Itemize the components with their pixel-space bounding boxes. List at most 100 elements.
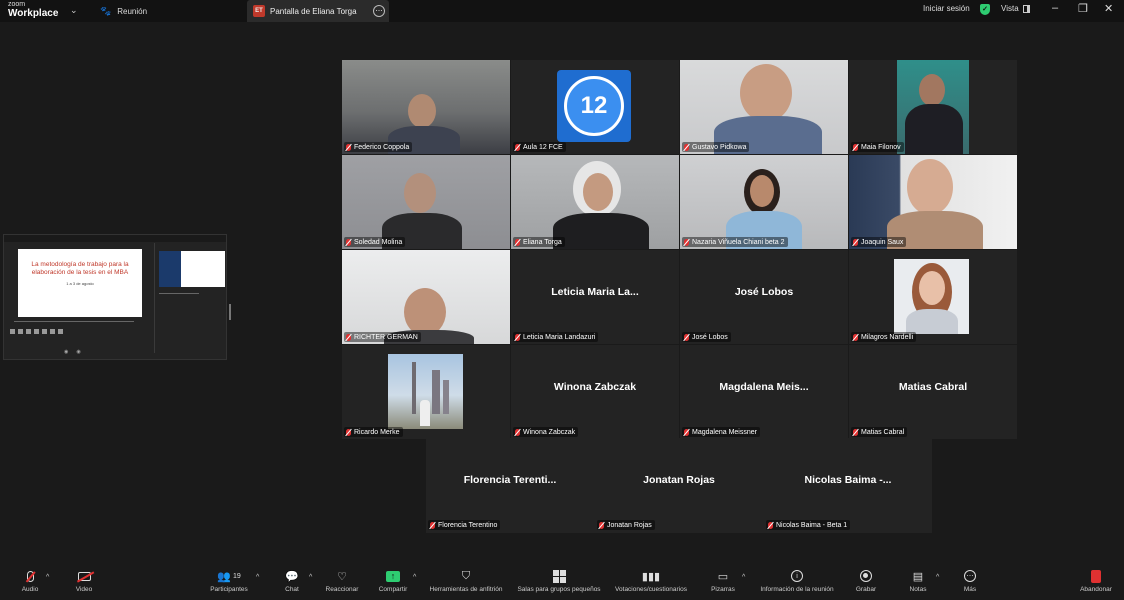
participant-name-label: Matias Cabral xyxy=(851,427,908,437)
participant-tile[interactable]: Jonatan Rojas Jonatan Rojas xyxy=(595,438,763,532)
mic-muted-icon xyxy=(853,238,858,246)
chevron-down-icon[interactable]: ⌄ xyxy=(70,5,78,16)
tower-shape xyxy=(432,370,440,414)
tower-shape xyxy=(412,362,416,414)
participant-name-label: Ricardo Merke xyxy=(344,427,403,437)
minimize-icon[interactable]: – xyxy=(1052,2,1058,14)
share-options-chevron-icon[interactable]: ^ xyxy=(413,574,416,581)
participant-tile[interactable]: Matias Cabral Matias Cabral xyxy=(849,345,1017,439)
participant-tile[interactable]: Magdalena Meis... Magdalena Meissner xyxy=(680,345,848,439)
participant-tile[interactable]: RICHTER GERMAN xyxy=(342,250,510,344)
participant-name-label: Florencia Terentino xyxy=(428,520,501,530)
person-head xyxy=(404,288,446,336)
thumb-sidebar xyxy=(159,251,181,287)
mic-muted-icon xyxy=(346,333,351,341)
person-head xyxy=(583,173,613,211)
more-button[interactable]: ⋯ Más xyxy=(925,569,1015,593)
participant-name-label: Nazaria Viñuela Chiani beta 2 xyxy=(682,237,788,247)
person-head xyxy=(919,74,945,106)
mic-muted-icon xyxy=(346,143,351,151)
avatar-number: 12 xyxy=(564,76,624,136)
participant-display-name: Nicolas Baima -... xyxy=(804,474,892,486)
breakout-rooms-button[interactable]: Salas para grupos pequeños xyxy=(514,569,604,593)
participant-tile[interactable]: Florencia Terenti... Florencia Terentino xyxy=(426,438,594,532)
participant-tile[interactable]: Nicolas Baima -... Nicolas Baima - Beta … xyxy=(764,438,932,532)
zoom-logo[interactable]: zoom Workplace xyxy=(8,1,58,19)
notes-icon: ▤ xyxy=(912,570,924,583)
camera-off-icon xyxy=(77,571,91,581)
participant-name-label: Leticia Maria Landazuri xyxy=(513,332,599,342)
participant-tile-active-speaker[interactable]: Eliana Torga xyxy=(511,155,679,249)
participant-name-label: Aula 12 FCE xyxy=(513,142,566,152)
participant-tile[interactable]: Gustavo Pidkowa xyxy=(680,60,848,154)
participant-tile[interactable]: Maia Filonov xyxy=(849,60,1017,154)
mic-muted-icon xyxy=(853,333,858,341)
notes-line xyxy=(159,293,199,294)
grid-icon xyxy=(552,569,566,583)
person-body xyxy=(420,400,430,426)
leave-button[interactable]: Abandonar xyxy=(1051,569,1124,593)
participant-tile[interactable]: 12 Aula 12 FCE xyxy=(511,60,679,154)
notes-line xyxy=(14,321,134,322)
people-icon: 👥 xyxy=(217,570,231,583)
person-head xyxy=(919,271,945,305)
view-button[interactable]: Vista xyxy=(1001,4,1030,13)
slide-subtitle: 1 a 3 de agosto xyxy=(66,281,94,287)
profile-photo xyxy=(388,354,463,429)
video-button[interactable]: Video xyxy=(39,569,129,593)
gallery-bottom-row: Florencia Terenti... Florencia Terentino… xyxy=(426,438,932,533)
mic-muted-icon xyxy=(768,521,773,529)
more-icon: ⋯ xyxy=(964,570,976,582)
tab-screen-share[interactable]: ET Pantalla de Eliana Torga ⋯ xyxy=(247,0,389,22)
tab-meeting-label: Reunión xyxy=(117,6,148,16)
whiteboards-options-chevron-icon[interactable]: ^ xyxy=(742,574,745,581)
meeting-toolbar: Audio ^ Video 👥 19 Participantes ^ 💬 Chat… xyxy=(0,565,1124,600)
mic-muted-icon xyxy=(346,428,351,436)
more-options-icon[interactable]: ⋯ xyxy=(373,5,385,17)
participant-tile[interactable]: Nazaria Viñuela Chiani beta 2 xyxy=(680,155,848,249)
participant-name-label: Joaquin Saux xyxy=(851,237,907,247)
tab-share-label: Pantalla de Eliana Torga xyxy=(270,6,357,16)
info-icon: i xyxy=(791,570,803,582)
brand-top: zoom xyxy=(8,1,26,8)
tab-meeting[interactable]: 🐾 Reunión xyxy=(96,0,246,22)
security-shield-icon[interactable]: ✓ xyxy=(980,4,990,15)
mic-muted-icon xyxy=(684,428,689,436)
participant-tile[interactable]: Soledad Molina xyxy=(342,155,510,249)
participant-tile[interactable]: Leticia Maria La... Leticia Maria Landaz… xyxy=(511,250,679,344)
bar-chart-icon: ▮▮▮ xyxy=(641,570,661,583)
slide-nav: ◉ ◉ xyxy=(64,349,81,355)
title-bar: zoom Workplace ⌄ 🐾 Reunión ET Pantalla d… xyxy=(0,0,1124,22)
close-icon[interactable]: ✕ xyxy=(1104,2,1113,15)
participant-tile[interactable]: Winona Zabczak Winona Zabczak xyxy=(511,345,679,439)
participant-name-label: Maia Filonov xyxy=(851,142,904,152)
heart-icon: ♡ xyxy=(337,570,347,583)
mic-muted-icon xyxy=(599,521,604,529)
participant-name-label: Milagros Nardelli xyxy=(851,332,917,342)
person-body xyxy=(905,104,963,154)
participant-name-label: Federico Coppola xyxy=(344,142,413,152)
resize-handle[interactable] xyxy=(229,304,231,320)
participant-tile[interactable]: Milagros Nardelli xyxy=(849,250,1017,344)
participant-tile[interactable]: Joaquin Saux xyxy=(849,155,1017,249)
person-head xyxy=(404,173,436,213)
person-body xyxy=(906,309,958,334)
maximize-icon[interactable]: ❐ xyxy=(1078,2,1088,15)
shield-icon: ⛉ xyxy=(461,569,471,582)
participant-display-name: José Lobos xyxy=(734,286,794,298)
participant-tile[interactable]: Federico Coppola xyxy=(342,60,510,154)
sign-in-button[interactable]: Iniciar sesión xyxy=(923,4,970,13)
participant-name-label: Eliana Torga xyxy=(513,237,565,247)
mic-muted-icon xyxy=(853,428,858,436)
host-tools-button[interactable]: ⛉ Herramientas de anfitrión xyxy=(421,569,511,594)
participant-display-name: Magdalena Meis... xyxy=(719,381,809,393)
shared-screen-thumbnail[interactable]: La metodología de trabajo para la elabor… xyxy=(3,234,227,360)
participant-name-label: Magdalena Meissner xyxy=(682,427,760,437)
participant-display-name: Jonatan Rojas xyxy=(643,474,715,486)
mic-muted-icon xyxy=(515,238,520,246)
participant-tile[interactable]: José Lobos José Lobos xyxy=(680,250,848,344)
paw-icon: 🐾 xyxy=(100,5,112,16)
record-icon xyxy=(860,570,872,582)
whiteboard-icon: ▭ xyxy=(717,570,729,583)
participant-tile[interactable]: Ricardo Merke xyxy=(342,345,510,439)
